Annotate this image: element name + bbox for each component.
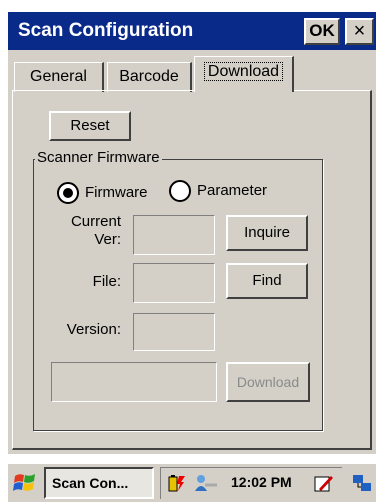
windows-flag-icon[interactable] — [12, 470, 38, 496]
ok-button[interactable]: OK — [304, 18, 340, 45]
version-label: Version: — [66, 321, 121, 338]
current-ver-label-line2: Ver: — [94, 231, 121, 248]
tab-general[interactable]: General — [14, 62, 104, 92]
clock[interactable]: 12:02 PM — [231, 474, 292, 490]
battery-charging-icon[interactable] — [167, 473, 187, 493]
parameter-radio-label[interactable]: Parameter — [197, 182, 267, 199]
taskbar: Scan Con... 12:02 PM — [8, 462, 376, 502]
radio-selected-dot — [63, 188, 73, 198]
file-label: File: — [92, 273, 121, 290]
find-button[interactable]: Find — [226, 263, 308, 299]
file-field[interactable] — [133, 263, 215, 303]
tab-download-label: Download — [203, 62, 284, 81]
close-button[interactable]: × — [345, 18, 374, 45]
firmware-radio[interactable] — [57, 182, 79, 204]
download-button[interactable]: Download — [226, 362, 310, 402]
system-tray: 12:02 PM — [160, 467, 342, 499]
current-ver-field[interactable] — [133, 215, 215, 255]
reset-button[interactable]: Reset — [49, 111, 131, 141]
window-title: Scan Configuration — [18, 20, 194, 41]
current-ver-label-line1: Current — [70, 213, 121, 230]
connectivity-icon[interactable] — [350, 472, 374, 496]
download-path-field[interactable] — [51, 362, 217, 402]
dialog-body: General Barcode Download Reset Scanner F… — [8, 50, 376, 454]
version-field[interactable] — [133, 313, 215, 351]
title-bar: Scan Configuration OK × — [8, 12, 376, 50]
parameter-radio[interactable] — [169, 180, 191, 202]
download-tab-panel: Reset Scanner Firmware Firmware Paramete… — [12, 90, 372, 450]
network-people-icon[interactable] — [193, 473, 217, 493]
tab-download[interactable]: Download — [194, 56, 294, 92]
inquire-button[interactable]: Inquire — [226, 215, 308, 251]
tab-barcode[interactable]: Barcode — [107, 62, 192, 92]
group-legend: Scanner Firmware — [35, 149, 162, 166]
task-scan-configuration[interactable]: Scan Con... — [44, 467, 154, 499]
firmware-radio-label[interactable]: Firmware — [85, 184, 148, 201]
input-panel-icon[interactable] — [313, 473, 333, 493]
